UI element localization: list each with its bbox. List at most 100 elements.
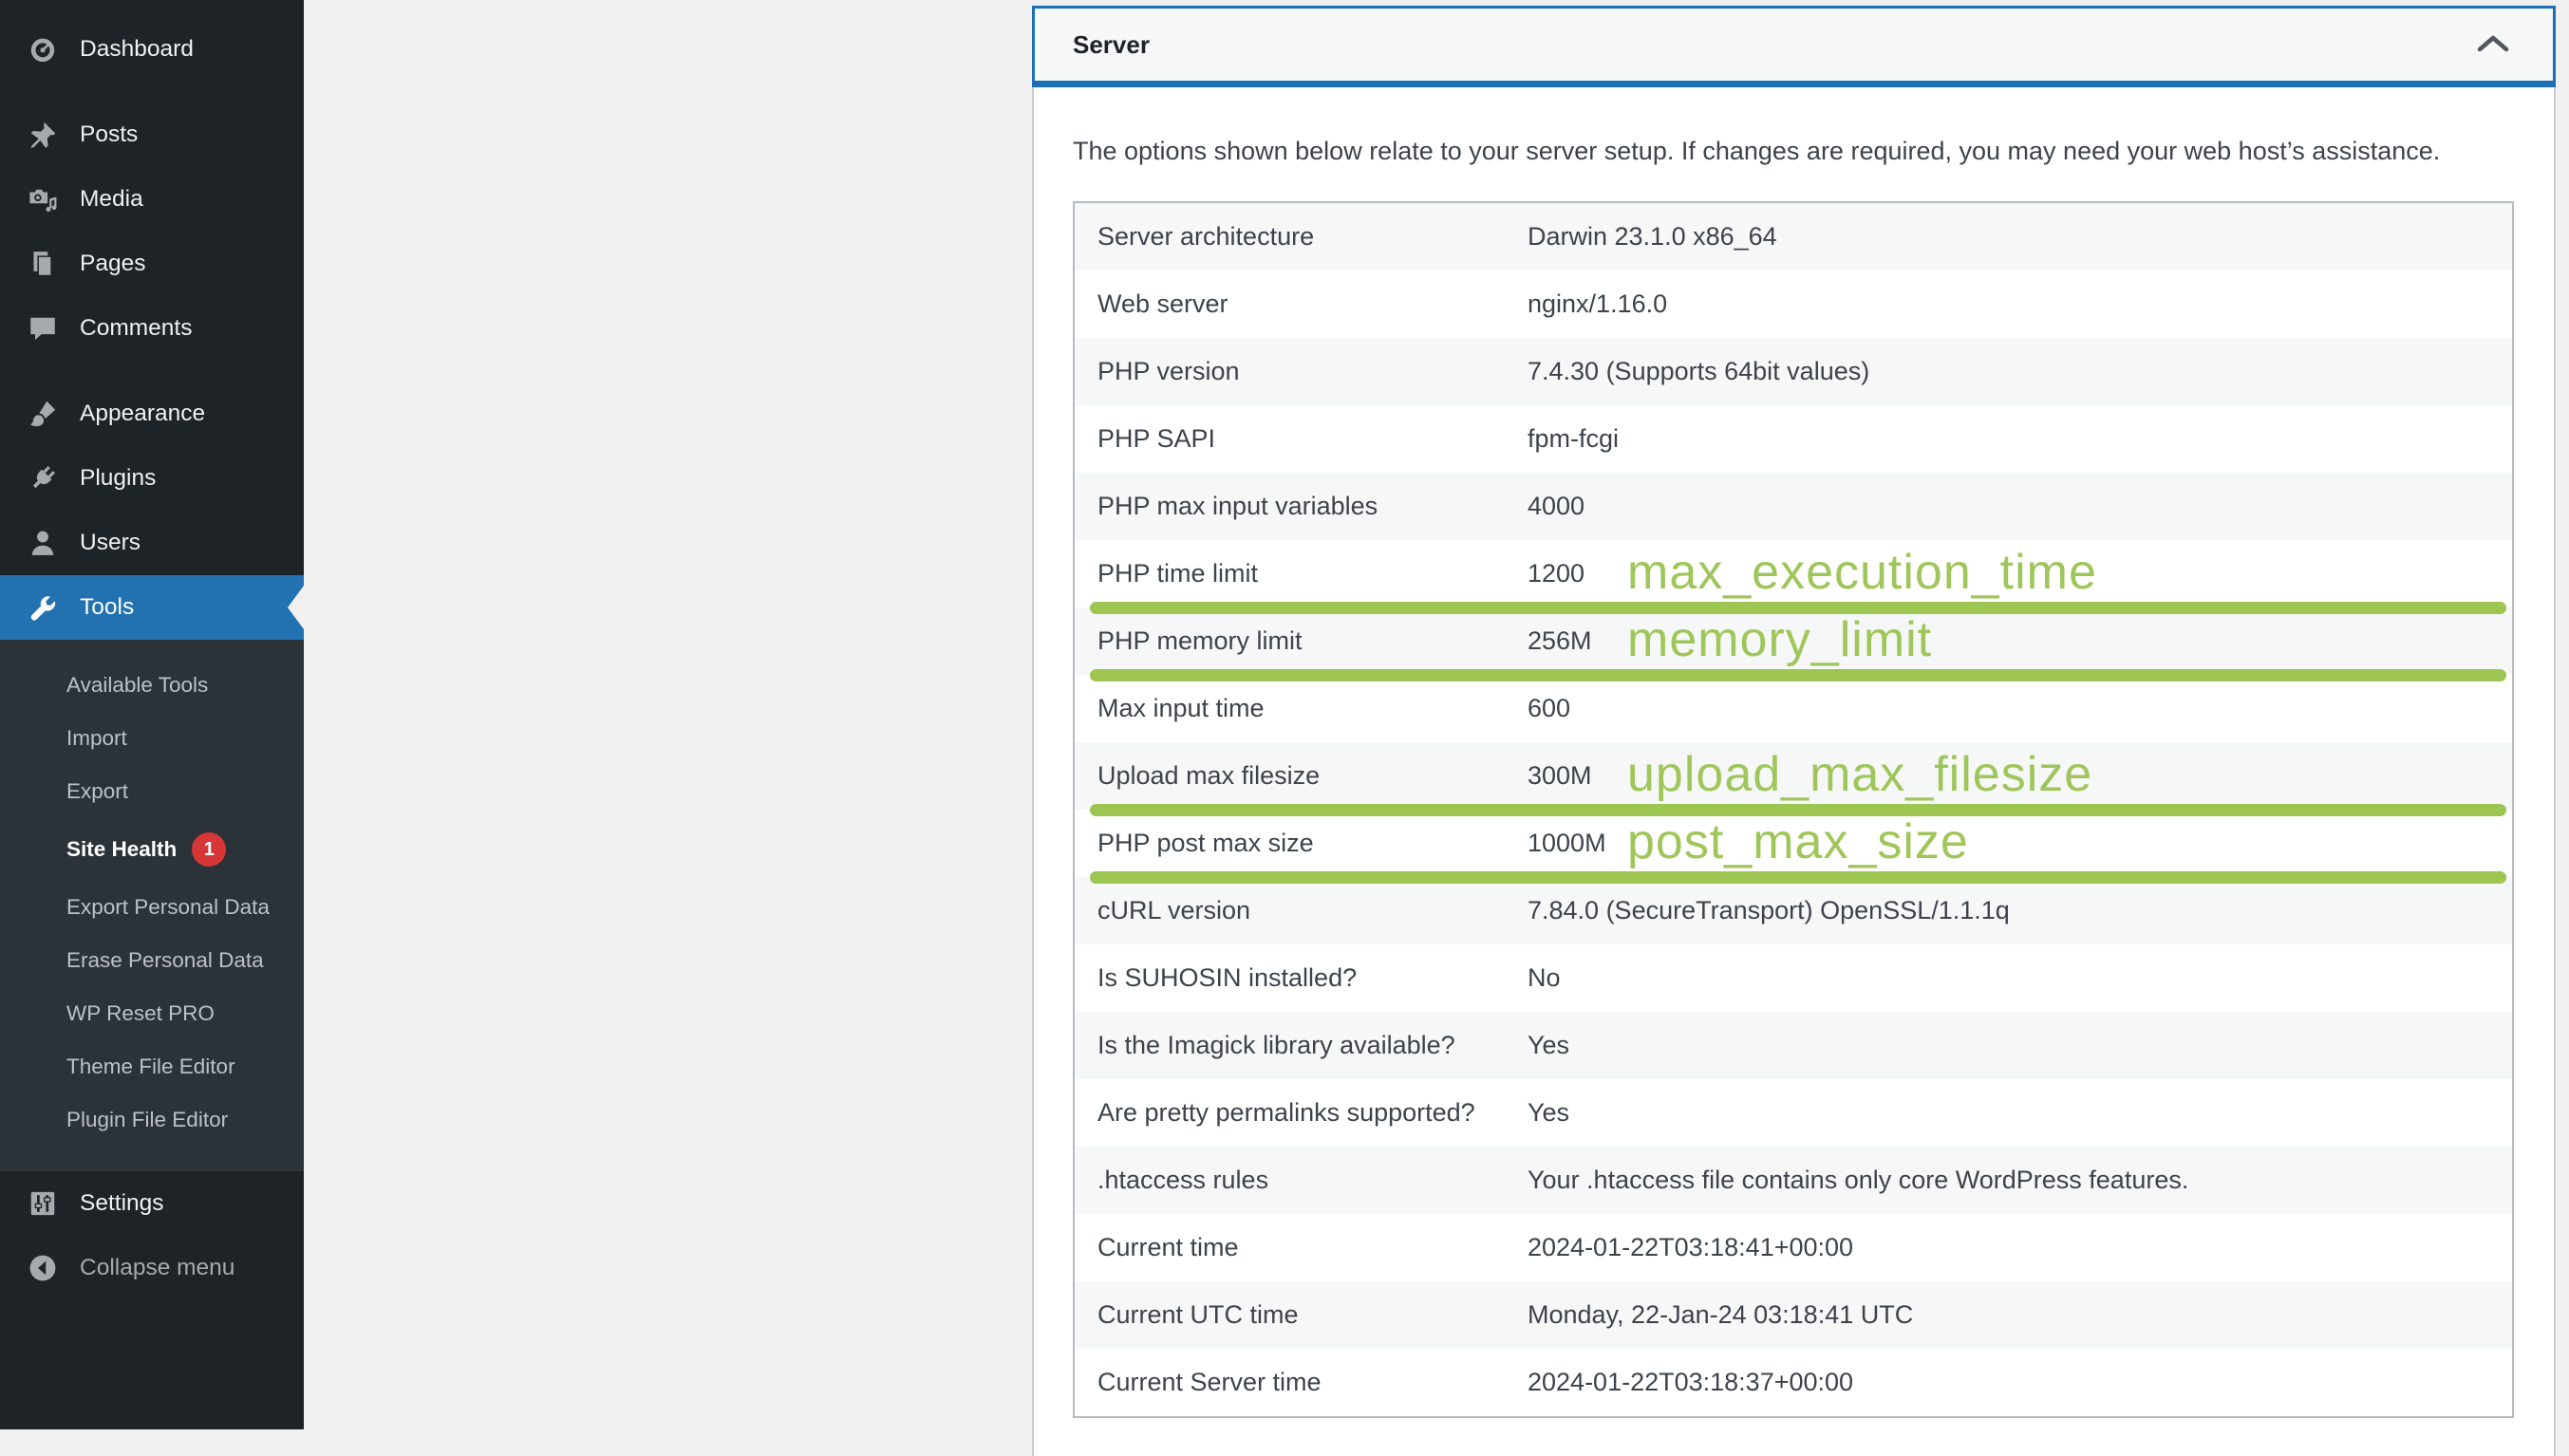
sidebar-subitem-erase-personal-data[interactable]: Erase Personal Data [0, 934, 304, 987]
sidebar-bottom-menu: SettingsCollapse menu [0, 1171, 304, 1300]
row-label: Are pretty permalinks supported? [1075, 1098, 1528, 1128]
annotation-label: post_max_size [1627, 813, 1969, 870]
sidebar-item-label: Appearance [80, 401, 205, 427]
table-row: Max input time600 [1075, 675, 2512, 742]
content-area: Server The options shown below relate to… [304, 0, 2569, 1429]
table-row: Is SUHOSIN installed?No [1075, 944, 2512, 1012]
admin-sidebar: Dashboard Posts Media Pages Comments Appearan… [0, 0, 304, 1429]
table-row: PHP memory limit256Mmemory_limit [1075, 607, 2512, 675]
table-row: .htaccess rulesYour .htaccess file conta… [1075, 1147, 2512, 1214]
sidebar-subitem-label: Export [66, 779, 128, 804]
table-row: Web servernginx/1.16.0 [1075, 271, 2512, 338]
server-description: The options shown below relate to your s… [1073, 135, 2514, 167]
row-label: Web server [1075, 289, 1528, 319]
annotation-underline [1090, 669, 2506, 681]
pages-icon [27, 248, 59, 280]
row-label: Is SUHOSIN installed? [1075, 963, 1528, 993]
row-label: .htaccess rules [1075, 1166, 1528, 1195]
sidebar-subitem-plugin-file-editor[interactable]: Plugin File Editor [0, 1093, 304, 1147]
row-label: Current UTC time [1075, 1300, 1528, 1330]
sidebar-subitem-label: Theme File Editor [66, 1055, 235, 1079]
sidebar-item-settings[interactable]: Settings [0, 1171, 304, 1236]
sliders-icon [27, 1187, 59, 1220]
collapse-icon [27, 1252, 59, 1284]
table-row: Are pretty permalinks supported?Yes [1075, 1079, 2512, 1147]
comment-icon [27, 312, 59, 345]
sidebar-tools-submenu: Available Tools Import Export Site Health 1 E… [0, 640, 304, 1171]
server-accordion-title: Server [1073, 30, 1150, 60]
row-value: fpm-fcgi [1528, 424, 2512, 454]
row-value: Yes [1528, 1098, 2512, 1128]
sidebar-item-label: Comments [80, 315, 192, 342]
sidebar-item-label: Media [80, 186, 143, 213]
sidebar-item-label: Pages [80, 251, 145, 277]
row-value: 2024-01-22T03:18:37+00:00 [1528, 1368, 2512, 1397]
row-value: Your .htaccess file contains only core W… [1528, 1166, 2512, 1195]
annotation-underline [1090, 871, 2506, 884]
pushpin-icon [27, 119, 59, 151]
table-row: PHP time limit1200max_execution_time [1075, 540, 2512, 607]
sidebar-subitem-import[interactable]: Import [0, 712, 304, 765]
table-row: Is the Imagick library available?Yes [1075, 1012, 2512, 1079]
row-value: 600 [1528, 694, 2512, 723]
table-row: Current Server time2024-01-22T03:18:37+0… [1075, 1349, 2512, 1416]
sidebar-item-label: Posts [80, 121, 138, 148]
row-value: nginx/1.16.0 [1528, 289, 2512, 319]
row-label: Max input time [1075, 694, 1528, 723]
row-label: Server architecture [1075, 222, 1528, 252]
sidebar-item-pages[interactable]: Pages [0, 232, 304, 296]
server-info-table: Server architectureDarwin 23.1.0 x86_64W… [1073, 201, 2514, 1418]
sidebar-item-plugins[interactable]: Plugins [0, 446, 304, 511]
sidebar-subitem-label: Available Tools [66, 673, 208, 698]
row-label: PHP memory limit [1075, 626, 1528, 656]
update-count-badge: 1 [192, 832, 226, 867]
sidebar-subitem-label: WP Reset PRO [66, 1001, 215, 1026]
sidebar-subitem-wp-reset-pro[interactable]: WP Reset PRO [0, 987, 304, 1040]
sidebar-item-posts[interactable]: Posts [0, 103, 304, 167]
table-row: Server architectureDarwin 23.1.0 x86_64 [1075, 203, 2512, 271]
row-value: 2024-01-22T03:18:41+00:00 [1528, 1233, 2512, 1262]
sidebar-item-collapse-menu[interactable]: Collapse menu [0, 1236, 304, 1300]
sidebar-subitem-label: Site Health [66, 837, 177, 862]
table-row: cURL version7.84.0 (SecureTransport) Ope… [1075, 877, 2512, 944]
sidebar-subitem-site-health[interactable]: Site Health 1 [0, 818, 304, 881]
sidebar-item-tools[interactable]: Tools [0, 575, 304, 640]
sidebar-item-users[interactable]: Users [0, 511, 304, 575]
row-label: PHP post max size [1075, 829, 1528, 858]
table-row: Upload max filesize300Mupload_max_filesi… [1075, 742, 2512, 810]
sidebar-item-comments[interactable]: Comments [0, 296, 304, 361]
row-label: PHP version [1075, 357, 1528, 386]
server-panel-body: The options shown below relate to your s… [1032, 87, 2556, 1456]
row-label: PHP max input variables [1075, 492, 1528, 521]
server-accordion-toggle[interactable]: Server [1032, 6, 2556, 87]
annotation-label: memory_limit [1627, 611, 1932, 668]
row-value: No [1528, 963, 2512, 993]
row-value: 4000 [1528, 492, 2512, 521]
server-panel: Server The options shown below relate to… [1032, 6, 2556, 1456]
plugin-icon [27, 462, 59, 495]
sidebar-subitem-label: Export Personal Data [66, 895, 270, 920]
row-value: Yes [1528, 1031, 2512, 1060]
sidebar-subitem-theme-file-editor[interactable]: Theme File Editor [0, 1040, 304, 1093]
sidebar-subitem-export-personal-data[interactable]: Export Personal Data [0, 881, 304, 934]
row-label: Upload max filesize [1075, 761, 1528, 791]
row-value: Monday, 22-Jan-24 03:18:41 UTC [1528, 1300, 2512, 1330]
sidebar-item-label: Tools [80, 594, 134, 621]
annotation-label: upload_max_filesize [1627, 746, 2092, 803]
sidebar-subitem-available-tools[interactable]: Available Tools [0, 659, 304, 712]
sidebar-item-appearance[interactable]: Appearance [0, 382, 304, 446]
table-row: PHP version7.4.30 (Supports 64bit values… [1075, 338, 2512, 405]
media-icon [27, 183, 59, 215]
sidebar-item-label: Dashboard [80, 36, 194, 63]
sidebar-main-menu: Dashboard Posts Media Pages Comments Appearan… [0, 0, 304, 640]
chevron-up-icon [2477, 34, 2509, 55]
wrench-icon [27, 591, 59, 624]
sidebar-subitem-label: Erase Personal Data [66, 948, 264, 973]
sidebar-item-media[interactable]: Media [0, 167, 304, 232]
sidebar-item-label: Plugins [80, 465, 156, 492]
table-row: PHP SAPIfpm-fcgi [1075, 405, 2512, 473]
table-row: PHP post max size1000Mpost_max_size [1075, 810, 2512, 877]
sidebar-item-dashboard[interactable]: Dashboard [0, 17, 304, 82]
row-value: 7.84.0 (SecureTransport) OpenSSL/1.1.1q [1528, 896, 2512, 925]
sidebar-subitem-export[interactable]: Export [0, 765, 304, 818]
